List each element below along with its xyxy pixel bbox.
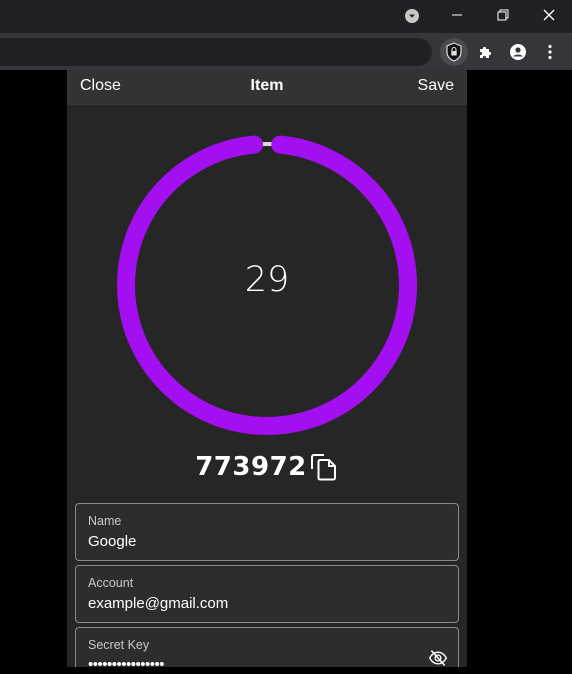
account-field[interactable]: Account example@gmail.com [75,565,459,623]
kebab-menu-icon [548,44,552,60]
close-window-button[interactable] [526,0,572,30]
restore-icon [497,9,509,21]
extensions-button[interactable] [472,38,500,66]
eye-off-icon[interactable] [428,648,448,667]
authenticator-extension-icon [446,42,462,62]
minimize-icon [452,14,462,16]
item-popup: Close Item Save 29 773972 Name Google Ac… [67,69,467,667]
secret-key-field[interactable]: Secret Key •••••••••••••••• [75,627,459,667]
close-icon [543,9,555,21]
name-field-value[interactable]: Google [88,533,136,550]
otp-code-row: 773972 [67,450,467,484]
tab-search-button[interactable] [405,9,419,23]
chevron-down-icon [409,14,415,18]
page-title: Item [250,77,284,94]
profile-button[interactable] [504,38,532,66]
otp-code: 773972 [195,452,307,482]
authenticator-extension-button[interactable] [440,38,468,66]
secret-key-field-value[interactable]: •••••••••••••••• [88,656,165,667]
minimize-button[interactable] [434,0,480,30]
popup-header: Close Item Save [67,69,467,107]
browser-menu-button[interactable] [536,38,564,66]
copy-icon[interactable] [309,452,339,482]
countdown-timer: 29 [116,134,418,436]
seconds-remaining: 29 [244,260,290,300]
secret-key-field-label: Secret Key [88,638,150,652]
address-bar[interactable] [0,38,432,66]
name-field-label: Name [88,514,122,528]
account-field-label: Account [88,576,134,590]
save-button[interactable]: Save [418,77,454,95]
restore-button[interactable] [480,0,526,30]
name-field[interactable]: Name Google [75,503,459,561]
puzzle-icon [480,46,492,58]
browser-tab-strip [0,0,572,33]
profile-icon [510,44,526,60]
account-field-value[interactable]: example@gmail.com [88,595,228,612]
